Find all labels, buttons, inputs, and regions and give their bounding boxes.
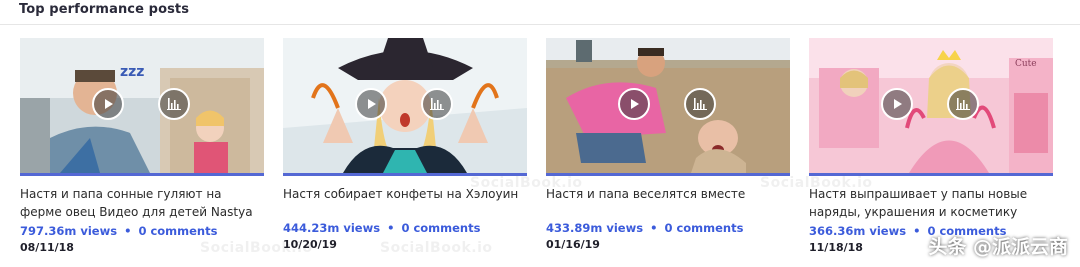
svg-text:Cute: Cute — [1015, 59, 1037, 69]
play-button[interactable] — [881, 88, 913, 120]
bar-chart-icon — [956, 98, 970, 110]
play-button[interactable] — [618, 88, 650, 120]
post-stats: 797.36m views • 0 comments — [20, 224, 264, 238]
play-icon — [894, 99, 902, 109]
post-thumbnail[interactable] — [283, 38, 527, 176]
post-stats: 444.23m views • 0 comments — [283, 221, 527, 235]
section-header: Top performance posts — [0, 0, 1080, 25]
views-count: 797.36m views — [20, 224, 118, 238]
post-card[interactable]: zzz Настя и папа сонные гуляют на ферме … — [20, 38, 264, 254]
separator-dot: • — [124, 224, 132, 238]
bar-chart-icon — [693, 98, 707, 110]
post-card[interactable]: Настя и папа веселятся вместе 433.89m vi… — [546, 38, 790, 251]
views-count: 366.36m views — [809, 224, 907, 238]
comments-count[interactable]: 0 comments — [138, 224, 217, 238]
post-date: 10/20/19 — [283, 238, 337, 251]
separator-dot: • — [913, 224, 921, 238]
post-stats: 433.89m views • 0 comments — [546, 221, 790, 235]
overlay-watermark: 头条 @派派云商 — [928, 236, 1068, 258]
thumbnail-image: zzz — [20, 38, 264, 173]
bar-chart-icon — [167, 98, 181, 110]
post-card[interactable]: Cute Настя выпрашивает у папы новые наря… — [809, 38, 1053, 254]
play-button[interactable] — [355, 88, 387, 120]
svg-text:zzz: zzz — [120, 64, 144, 80]
post-title[interactable]: Настя выпрашивает у папы новые наряды, у… — [809, 185, 1053, 221]
post-title[interactable]: Настя собирает конфеты на Хэлоуин — [283, 185, 527, 203]
comments-count[interactable]: 0 comments — [401, 221, 480, 235]
play-button[interactable] — [92, 88, 124, 120]
views-count: 433.89m views — [546, 221, 644, 235]
stats-button[interactable] — [158, 88, 190, 120]
section-title: Top performance posts — [19, 2, 190, 17]
post-title[interactable]: Настя и папа веселятся вместе — [546, 185, 790, 203]
play-icon — [631, 99, 639, 109]
separator-dot: • — [387, 221, 395, 235]
play-icon — [368, 99, 376, 109]
post-thumbnail[interactable]: zzz — [20, 38, 264, 176]
post-title[interactable]: Настя и папа сонные гуляют на ферме овец… — [20, 185, 264, 221]
play-icon — [105, 99, 113, 109]
bar-chart-icon — [430, 98, 444, 110]
thumbnail-image — [283, 38, 527, 173]
post-thumbnail[interactable]: Cute — [809, 38, 1053, 176]
separator-dot: • — [650, 221, 658, 235]
stats-button[interactable] — [684, 88, 716, 120]
thumbnail-image: Cute — [809, 38, 1053, 173]
thumbnail-image — [546, 38, 790, 173]
post-date: 08/11/18 — [20, 241, 74, 254]
stats-button[interactable] — [947, 88, 979, 120]
views-count: 444.23m views — [283, 221, 381, 235]
post-card[interactable]: Настя собирает конфеты на Хэлоуин 444.23… — [283, 38, 527, 251]
post-thumbnail[interactable] — [546, 38, 790, 176]
stats-button[interactable] — [421, 88, 453, 120]
comments-count[interactable]: 0 comments — [664, 221, 743, 235]
post-date: 01/16/19 — [546, 238, 600, 251]
